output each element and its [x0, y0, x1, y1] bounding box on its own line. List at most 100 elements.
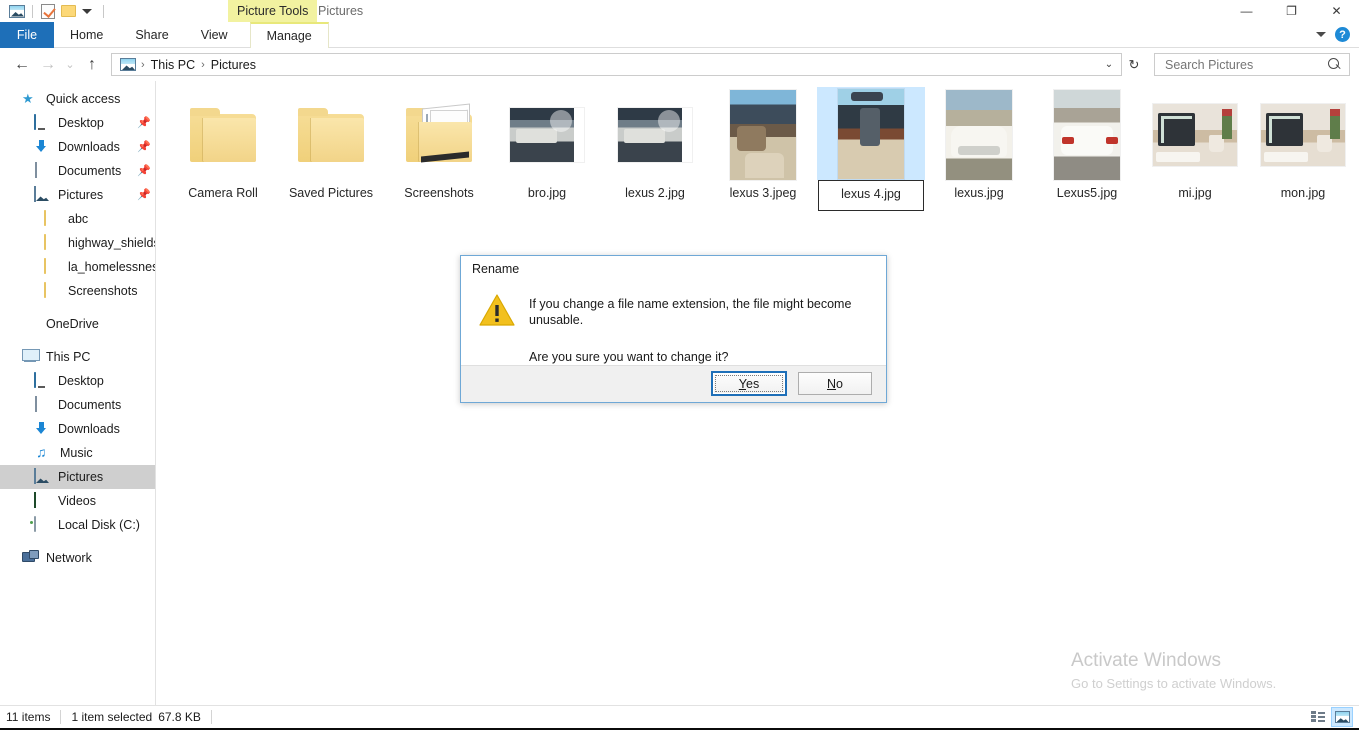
details-view-icon: [1311, 711, 1325, 723]
refresh-button[interactable]: ↻: [1122, 53, 1146, 76]
nav-group-quick-access[interactable]: ★ Quick access: [0, 87, 155, 111]
sidebar-item-pc-music[interactable]: ♫ Music: [0, 441, 155, 465]
star-icon: ★: [22, 91, 34, 106]
pin-icon[interactable]: 📌: [137, 165, 151, 177]
nav-label: abc: [68, 212, 89, 226]
file-item[interactable]: lexus 3.jpeg: [709, 87, 817, 211]
file-item[interactable]: mi.jpg: [1141, 87, 1249, 211]
folder-icon: [44, 234, 61, 251]
tab-share[interactable]: Share: [119, 22, 184, 48]
help-icon[interactable]: ?: [1335, 27, 1350, 42]
thumbnail: [385, 87, 493, 183]
properties-icon[interactable]: [38, 1, 58, 21]
file-item[interactable]: Lexus5.jpg: [1033, 87, 1141, 211]
new-folder-icon[interactable]: [58, 1, 78, 21]
nav-label: Documents: [58, 398, 122, 412]
forward-button[interactable]: →: [35, 52, 61, 78]
sidebar-item-desktop[interactable]: Desktop 📌: [0, 111, 155, 135]
sidebar-item-la-homelessness[interactable]: la_homelessness.gp: [0, 255, 155, 279]
title-bar: Picture Tools Pictures — ❐ ✕: [0, 0, 1359, 22]
pictures-icon: [34, 186, 51, 203]
large-icons-view-icon: [1334, 711, 1350, 723]
nav-label: highway_shields: [68, 236, 155, 250]
file-name: lexus 2.jpg: [625, 186, 685, 200]
sidebar-item-highway-shields[interactable]: highway_shields: [0, 231, 155, 255]
file-item-selected[interactable]: lexus 4.jpg: [817, 87, 925, 211]
sidebar-item-local-disk-c[interactable]: Local Disk (C:): [0, 513, 155, 537]
folder-icon: [298, 108, 364, 162]
view-mode-buttons: [1307, 707, 1353, 727]
sidebar-item-pc-desktop[interactable]: Desktop: [0, 369, 155, 393]
sidebar-item-downloads[interactable]: Downloads 📌: [0, 135, 155, 159]
pin-icon[interactable]: 📌: [137, 189, 151, 201]
sidebar-item-pictures[interactable]: Pictures 📌: [0, 183, 155, 207]
close-button[interactable]: ✕: [1314, 0, 1359, 22]
sidebar-item-pc-documents[interactable]: Documents: [0, 393, 155, 417]
tab-home[interactable]: Home: [54, 22, 119, 48]
restore-button[interactable]: ❐: [1269, 0, 1314, 22]
navigation-pane[interactable]: ★ Quick access Desktop 📌 Downloads 📌 Doc…: [0, 81, 156, 705]
dialog-title: Rename: [472, 262, 520, 277]
nav-label: OneDrive: [46, 317, 99, 331]
breadcrumb-this-pc[interactable]: This PC: [146, 58, 200, 72]
chevron-down-icon[interactable]: [1316, 32, 1326, 37]
large-icons-view-button[interactable]: [1331, 707, 1353, 727]
folder-icon: [44, 258, 61, 275]
no-button[interactable]: No: [798, 372, 872, 396]
file-grid: Camera Roll Saved Pictures Screenshots b…: [169, 87, 1359, 217]
sidebar-item-network[interactable]: Network: [0, 546, 155, 570]
sidebar-item-documents[interactable]: Documents 📌: [0, 159, 155, 183]
pin-icon[interactable]: 📌: [137, 117, 151, 129]
sidebar-item-abc[interactable]: abc: [0, 207, 155, 231]
pictures-icon[interactable]: [7, 1, 27, 21]
yes-button[interactable]: Yes: [711, 371, 787, 397]
recent-locations-button[interactable]: ⌄: [61, 52, 79, 78]
nav-label: Screenshots: [68, 284, 138, 298]
sidebar-item-onedrive[interactable]: OneDrive: [0, 312, 155, 336]
item-count: 11 items: [6, 710, 51, 724]
sidebar-item-pc-videos[interactable]: Videos: [0, 489, 155, 513]
sidebar-item-pc-pictures[interactable]: Pictures: [0, 465, 155, 489]
status-bar: 11 items 1 item selected 67.8 KB: [0, 705, 1359, 728]
nav-label: Quick access: [46, 92, 121, 106]
file-item[interactable]: bro.jpg: [493, 87, 601, 211]
file-item[interactable]: lexus.jpg: [925, 87, 1033, 211]
file-item[interactable]: Saved Pictures: [277, 87, 385, 211]
file-item[interactable]: lexus 2.jpg: [601, 87, 709, 211]
details-view-button[interactable]: [1307, 707, 1329, 727]
file-name: Saved Pictures: [288, 186, 374, 200]
download-icon: [34, 421, 51, 437]
search-icon[interactable]: [1328, 57, 1342, 72]
file-item[interactable]: mon.jpg: [1249, 87, 1357, 211]
rename-dialog[interactable]: Rename If you change a file name extensi…: [460, 255, 887, 403]
back-button[interactable]: ←: [9, 52, 35, 78]
sidebar-item-screenshots[interactable]: Screenshots: [0, 279, 155, 303]
file-name: Lexus5.jpg: [1056, 186, 1118, 200]
file-item[interactable]: Camera Roll: [169, 87, 277, 211]
selection-size: 67.8 KB: [158, 710, 201, 724]
thumbnail: [1033, 87, 1141, 183]
pictures-icon: [34, 468, 51, 485]
file-item[interactable]: Screenshots: [385, 87, 493, 211]
search-box[interactable]: [1154, 53, 1350, 76]
breadcrumb-pictures[interactable]: Pictures: [206, 58, 261, 72]
sidebar-item-this-pc[interactable]: This PC: [0, 345, 155, 369]
search-input[interactable]: [1163, 56, 1328, 73]
address-dropdown-icon[interactable]: ⌄: [1099, 59, 1119, 70]
sidebar-item-pc-downloads[interactable]: Downloads: [0, 417, 155, 441]
photo-thumbnail: [618, 108, 692, 162]
up-button[interactable]: ↑: [79, 52, 105, 78]
address-input[interactable]: › This PC › Pictures ⌄: [111, 53, 1122, 76]
tab-view[interactable]: View: [185, 22, 244, 48]
thumbnail: [1249, 87, 1357, 183]
no-button-label: No: [827, 376, 843, 391]
customize-caret-icon[interactable]: [82, 8, 92, 14]
rename-input[interactable]: lexus 4.jpg: [818, 180, 924, 211]
tab-manage[interactable]: Manage: [249, 22, 329, 48]
minimize-button[interactable]: —: [1224, 0, 1269, 22]
nav-label: la_homelessness.gp: [68, 260, 155, 274]
tab-file[interactable]: File: [0, 22, 54, 48]
pin-icon[interactable]: 📌: [137, 141, 151, 153]
nav-label: This PC: [46, 350, 91, 364]
